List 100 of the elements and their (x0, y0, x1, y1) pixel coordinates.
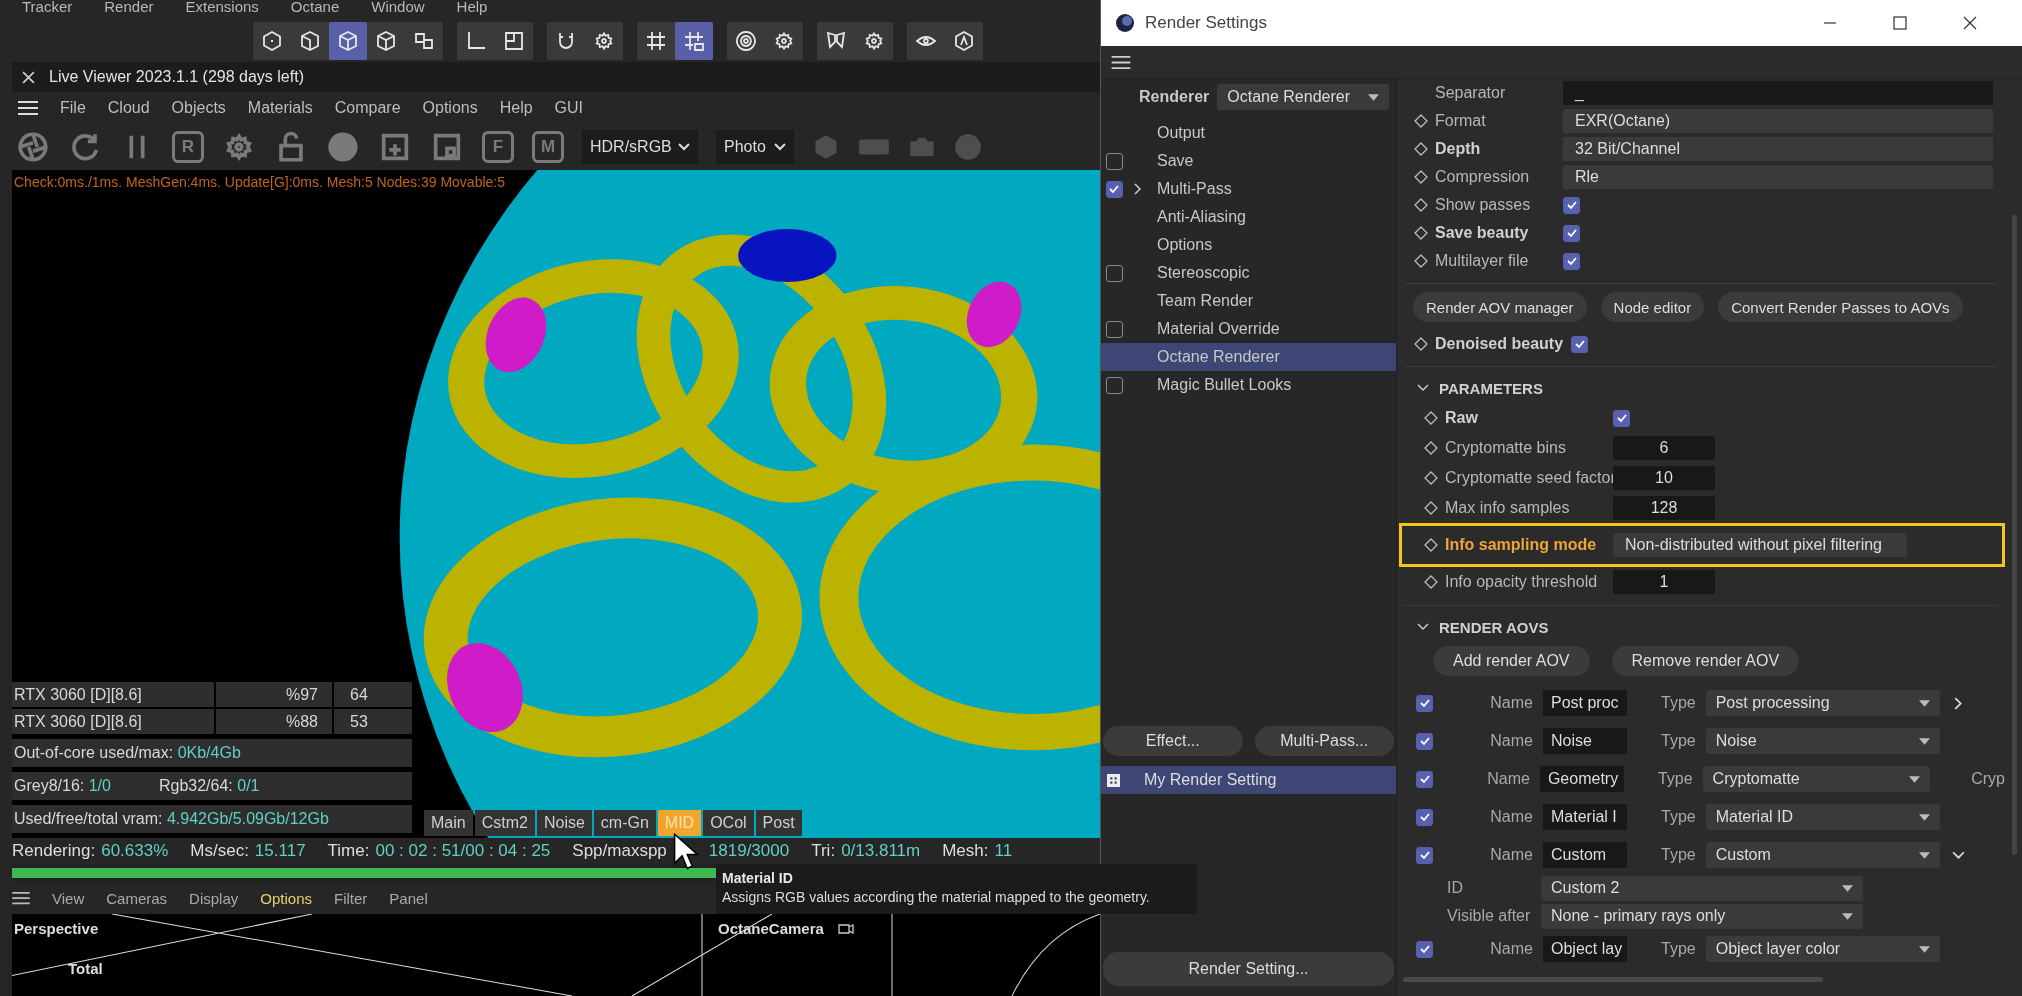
type-dropdown[interactable]: Object layer color (1705, 936, 1940, 962)
chevron-right-icon[interactable] (1954, 696, 1964, 710)
menu-item[interactable]: Options (422, 99, 478, 117)
value-dropdown[interactable]: Custom 2 (1541, 875, 1863, 901)
menu-item[interactable]: Render (104, 0, 154, 14)
settings-nav-item[interactable]: Options (1101, 231, 1396, 259)
keyframe-diamond-icon[interactable] (1414, 114, 1428, 128)
keyframe-diamond-icon[interactable] (1414, 337, 1428, 351)
chevron-down-icon[interactable] (1417, 384, 1429, 392)
checkbox[interactable] (1571, 335, 1589, 353)
aov-button[interactable]: Add render AOV (1433, 646, 1590, 676)
action-button[interactable]: Node editor (1600, 292, 1705, 322)
menu-icon[interactable] (18, 100, 38, 116)
name-field[interactable]: Custom (1543, 842, 1627, 868)
tool-button[interactable]: M (532, 131, 564, 163)
scrollbar[interactable] (2012, 215, 2017, 855)
keyframe-diamond-icon[interactable] (1424, 575, 1438, 589)
name-field[interactable]: Geometry (1539, 766, 1624, 792)
menu-item[interactable]: Filter (334, 889, 368, 907)
settings-nav-item[interactable]: Material Override (1101, 315, 1396, 343)
menu-item[interactable]: Help (499, 99, 533, 117)
tool-button[interactable] (329, 22, 367, 60)
menu-item[interactable]: Materials (247, 99, 313, 117)
type-dropdown[interactable]: Material ID (1705, 804, 1940, 830)
keyframe-diamond-icon[interactable] (1414, 254, 1428, 268)
settings-nav-item[interactable]: Magic Bullet Looks (1101, 371, 1396, 399)
checkbox[interactable] (1416, 732, 1433, 750)
sphere-icon[interactable] (326, 130, 360, 164)
menu-item[interactable]: File (60, 99, 86, 117)
tool-button[interactable]: R (172, 131, 204, 163)
settings-nav-item[interactable]: Save (1101, 147, 1396, 175)
menu-item[interactable]: Cameras (106, 889, 168, 907)
camera-mode-dropdown[interactable]: Photo (716, 130, 794, 164)
tool-button[interactable]: F (482, 131, 514, 163)
chevron-down-icon[interactable] (1417, 623, 1429, 631)
type-dropdown[interactable]: Cryptomatte (1702, 766, 1930, 792)
name-field[interactable]: Post proc (1543, 690, 1627, 716)
keyframe-diamond-icon[interactable] (1414, 226, 1428, 240)
checkbox[interactable] (1105, 152, 1123, 170)
value-dropdown[interactable]: EXR(Octane) (1563, 109, 1993, 133)
checkbox[interactable] (1105, 376, 1123, 394)
settings-nav-item[interactable]: Team Render (1101, 287, 1396, 315)
settings-nav-item[interactable]: Output (1101, 119, 1396, 147)
chevron-right-icon[interactable] (1134, 183, 1142, 195)
name-field[interactable]: Material I (1543, 804, 1627, 830)
keyframe-diamond-icon[interactable] (1414, 170, 1428, 184)
keyframe-diamond-icon[interactable] (1424, 441, 1438, 455)
action-button[interactable]: Convert Render Passes to AOVs (1718, 292, 1963, 322)
text-field[interactable]: _ (1563, 81, 1993, 105)
checkbox[interactable] (1613, 409, 1630, 427)
keyframe-diamond-icon[interactable] (1424, 501, 1438, 515)
render-setting-button[interactable]: Render Setting... (1103, 952, 1394, 986)
type-dropdown[interactable]: Post processing (1705, 690, 1940, 716)
display-mode-dropdown[interactable]: HDR/sRGB (582, 130, 698, 164)
checkbox[interactable] (1416, 940, 1433, 958)
aperture-icon[interactable] (16, 130, 50, 164)
menu-item[interactable]: Objects (171, 99, 226, 117)
menu-item[interactable]: Compare (334, 99, 401, 117)
pass-tab[interactable]: Main (424, 810, 473, 836)
menu-icon[interactable] (1111, 54, 1131, 70)
close-icon[interactable] (1963, 16, 1977, 30)
number-field[interactable]: 10 (1613, 466, 1715, 490)
pass-tab[interactable]: Noise (536, 810, 592, 836)
keyframe-diamond-icon[interactable] (1424, 471, 1438, 485)
checkbox[interactable] (1563, 196, 1580, 214)
number-field[interactable]: 6 (1613, 436, 1715, 460)
menu-item[interactable]: Extensions (185, 0, 259, 14)
menu-item[interactable]: Tracker (22, 0, 73, 14)
menu-item[interactable]: Window (371, 0, 425, 14)
type-dropdown[interactable]: Noise (1705, 728, 1940, 754)
effect-button[interactable]: Multi-Pass... (1254, 726, 1394, 756)
number-field[interactable]: 128 (1613, 496, 1715, 520)
name-field[interactable]: Noise (1543, 728, 1627, 754)
settings-nav-item[interactable]: Multi-Pass (1101, 175, 1396, 203)
keyframe-diamond-icon[interactable] (1424, 538, 1438, 552)
checkbox[interactable] (1416, 770, 1433, 788)
value-dropdown[interactable]: Non-distributed without pixel filtering (1613, 533, 1907, 557)
settings-nav-item[interactable]: Anti-Aliasing (1101, 203, 1396, 231)
settings-nav-item[interactable]: Stereoscopic (1101, 259, 1396, 287)
preset-item[interactable]: My Render Setting (1101, 766, 1396, 794)
tool-button[interactable] (675, 22, 713, 60)
name-field[interactable]: Object lay (1543, 936, 1627, 962)
effect-button[interactable]: Effect... (1103, 726, 1243, 756)
value-dropdown[interactable]: 32 Bit/Channel (1563, 137, 1993, 161)
scrollbar[interactable] (1403, 977, 1823, 982)
pass-tab[interactable]: Post (755, 810, 802, 836)
value-dropdown[interactable]: None - primary rays only (1541, 903, 1863, 929)
checkbox[interactable] (1563, 252, 1580, 270)
aov-button[interactable]: Remove render AOV (1611, 646, 1800, 676)
menu-item[interactable]: GUI (554, 99, 584, 117)
number-field[interactable]: 1 (1613, 570, 1715, 594)
checkbox[interactable] (1105, 320, 1123, 338)
type-dropdown[interactable]: Custom (1705, 842, 1940, 868)
pass-tab[interactable]: cm-Gn (593, 810, 656, 836)
checkbox[interactable] (1416, 846, 1433, 864)
checkbox[interactable] (1563, 224, 1580, 242)
settings-nav-item[interactable]: Octane Renderer (1101, 343, 1396, 371)
menu-item[interactable]: Octane (290, 0, 340, 14)
menu-item[interactable]: Display (189, 889, 239, 907)
value-dropdown[interactable]: Rle (1563, 165, 1993, 189)
